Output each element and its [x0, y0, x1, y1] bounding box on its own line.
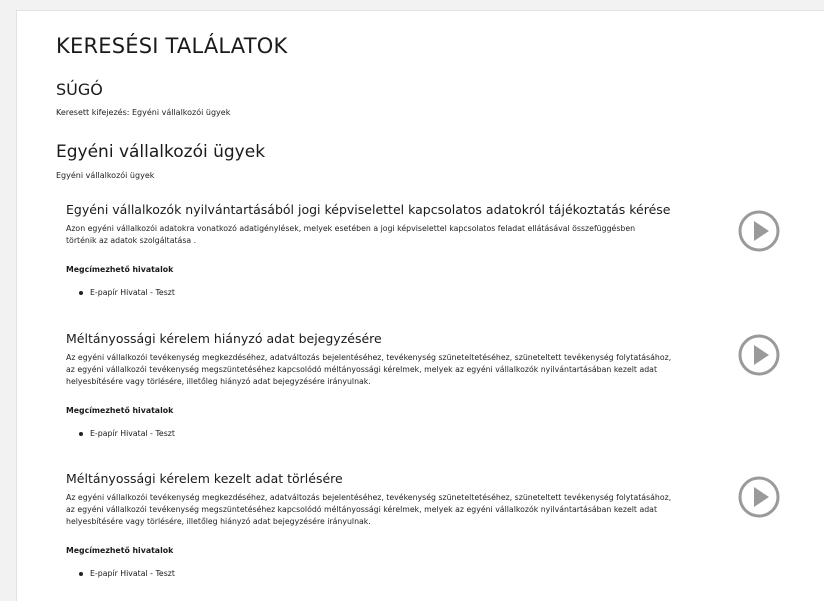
result-description: Az egyéni vállalkozói tevékenység megkez… [66, 493, 672, 526]
result-description: Azon egyéni vállalkozói adatokra vonatko… [66, 224, 636, 245]
play-circle-icon[interactable] [738, 476, 780, 518]
offices-list: E-papír Hivatal - Teszt [66, 288, 816, 297]
page-title: KERESÉSI TALÁLATOK [56, 34, 288, 58]
offices-heading: Megcímezhető hivatalok [66, 406, 174, 415]
play-circle-icon[interactable] [738, 334, 780, 376]
result-item: Méltányossági kérelem kezelt adat törlés… [66, 471, 816, 578]
category-subtitle: Egyéni vállalkozói ügyek [56, 171, 155, 180]
offices-heading: Megcímezhető hivatalok [66, 265, 174, 274]
offices-list: E-papír Hivatal - Teszt [66, 429, 816, 438]
result-title[interactable]: Méltányossági kérelem hiányzó adat bejeg… [66, 331, 816, 346]
result-title[interactable]: Méltányossági kérelem kezelt adat törlés… [66, 471, 816, 486]
help-title: SÚGÓ [56, 80, 103, 99]
results-panel: KERESÉSI TALÁLATOK SÚGÓ Keresett kifejez… [16, 10, 824, 601]
office-item: E-papír Hivatal - Teszt [79, 288, 816, 297]
play-circle-icon[interactable] [738, 210, 780, 252]
offices-list: E-papír Hivatal - Teszt [66, 569, 816, 578]
offices-heading: Megcímezhető hivatalok [66, 546, 174, 555]
result-description: Az egyéni vállalkozói tevékenység megkez… [66, 353, 672, 386]
office-item: E-papír Hivatal - Teszt [79, 569, 816, 578]
result-item: Egyéni vállalkozók nyilvántartásából jog… [66, 202, 816, 297]
result-title[interactable]: Egyéni vállalkozók nyilvántartásából jog… [66, 202, 816, 217]
office-item: E-papír Hivatal - Teszt [79, 429, 816, 438]
search-term: Keresett kifejezés: Egyéni vállalkozói ü… [56, 108, 231, 117]
category-title: Egyéni vállalkozói ügyek [56, 142, 266, 162]
result-item: Méltányossági kérelem hiányzó adat bejeg… [66, 331, 816, 438]
